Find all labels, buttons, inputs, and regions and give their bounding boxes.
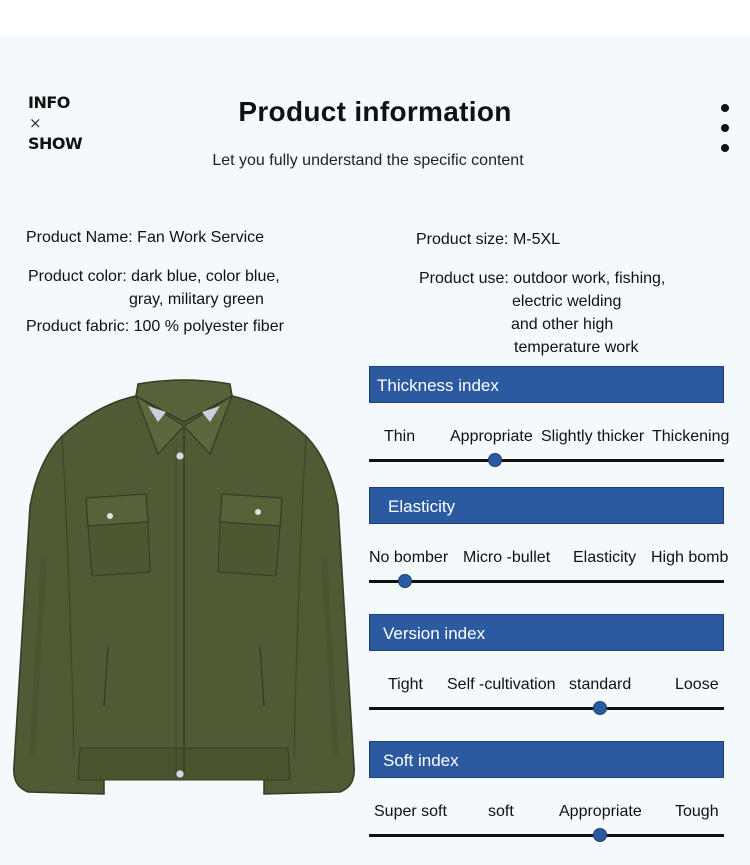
page-subtitle: Let you fully understand the specific co… (212, 152, 524, 169)
product-use-row-2: electric welding (512, 290, 621, 313)
soft-slider-knob[interactable] (593, 828, 607, 842)
soft-scale-labels: Super soft soft Appropriate Tough (367, 803, 732, 825)
elasticity-slider-knob[interactable] (398, 574, 412, 588)
elasticity-slider-track (369, 580, 724, 583)
product-color-value-2: gray, military green (129, 291, 264, 308)
version-index-header: Version index (369, 614, 724, 651)
product-use-value-4: temperature work (514, 339, 639, 356)
product-use-label: Product use: (419, 270, 509, 287)
thickness-index-header: Thickness index (369, 366, 724, 403)
product-color-value-1: dark blue, color blue, (131, 268, 280, 285)
soft-index-header: Soft index (369, 741, 724, 778)
product-use-value-2: electric welding (512, 293, 622, 310)
elasticity-header: Elasticity (369, 487, 724, 524)
product-size-value: M-5XL (512, 231, 561, 248)
soft-slider-track (369, 834, 724, 837)
product-use-value-1: outdoor work, fishing, (513, 270, 666, 287)
product-use-row-4: temperature work (514, 336, 639, 359)
brand-bottom: SHOW (28, 134, 83, 153)
elasticity-label-4: High bomb (651, 549, 729, 566)
thickness-slider-knob[interactable] (488, 453, 502, 467)
elasticity-label-1: No bomber (369, 549, 449, 566)
thickness-label-1: Thin (384, 428, 416, 445)
thickness-slider-track (369, 459, 724, 462)
page-title: Product information (238, 96, 512, 127)
product-size-row: Product size: M-5XL (416, 228, 560, 251)
elasticity-label-3: Elasticity (573, 549, 637, 566)
product-fabric-label: Product fabric: (26, 318, 130, 335)
version-slider-track (369, 707, 724, 710)
thickness-label-2: Appropriate (450, 428, 533, 445)
version-slider-knob[interactable] (593, 701, 607, 715)
product-color-label: Product color: (28, 268, 127, 285)
version-label-3: standard (569, 676, 632, 693)
soft-label-1: Super soft (374, 803, 447, 820)
product-use-value-3: and other high (511, 316, 614, 333)
product-use-row: Product use: outdoor work, fishing, (419, 267, 665, 290)
product-fabric-row: Product fabric: 100 % polyester fiber (26, 315, 284, 338)
soft-label-4: Tough (675, 803, 719, 820)
version-scale-labels: Tight Self -cultivation standard Loose (367, 676, 732, 698)
product-name-row: Product Name: Fan Work Service (26, 226, 264, 249)
thickness-scale-labels: Thin Appropriate Slightly thicker Thicke… (367, 428, 732, 450)
version-label-1: Tight (388, 676, 423, 693)
product-color-row-2: gray, military green (129, 288, 264, 311)
jacket-image (13, 379, 355, 795)
top-band (0, 0, 750, 35)
thickness-label-3: Slightly thicker (541, 428, 645, 445)
soft-label-3: Appropriate (559, 803, 642, 820)
version-label-2: Self -cultivation (447, 676, 556, 693)
product-use-row-3: and other high (511, 313, 613, 336)
thickness-label-4: Thickening (652, 428, 730, 445)
product-fabric-value: 100 % polyester fiber (133, 318, 284, 335)
product-size-label: Product size: (416, 231, 509, 248)
product-name-value: Fan Work Service (137, 229, 265, 246)
elasticity-label-2: Micro -bullet (463, 549, 551, 566)
product-color-row: Product color: dark blue, color blue, (28, 265, 280, 288)
product-name-label: Product Name: (26, 229, 133, 246)
version-label-4: Loose (675, 676, 719, 693)
elasticity-scale-labels: No bomber Micro -bullet Elasticity High … (367, 549, 732, 571)
soft-label-2: soft (488, 803, 514, 820)
